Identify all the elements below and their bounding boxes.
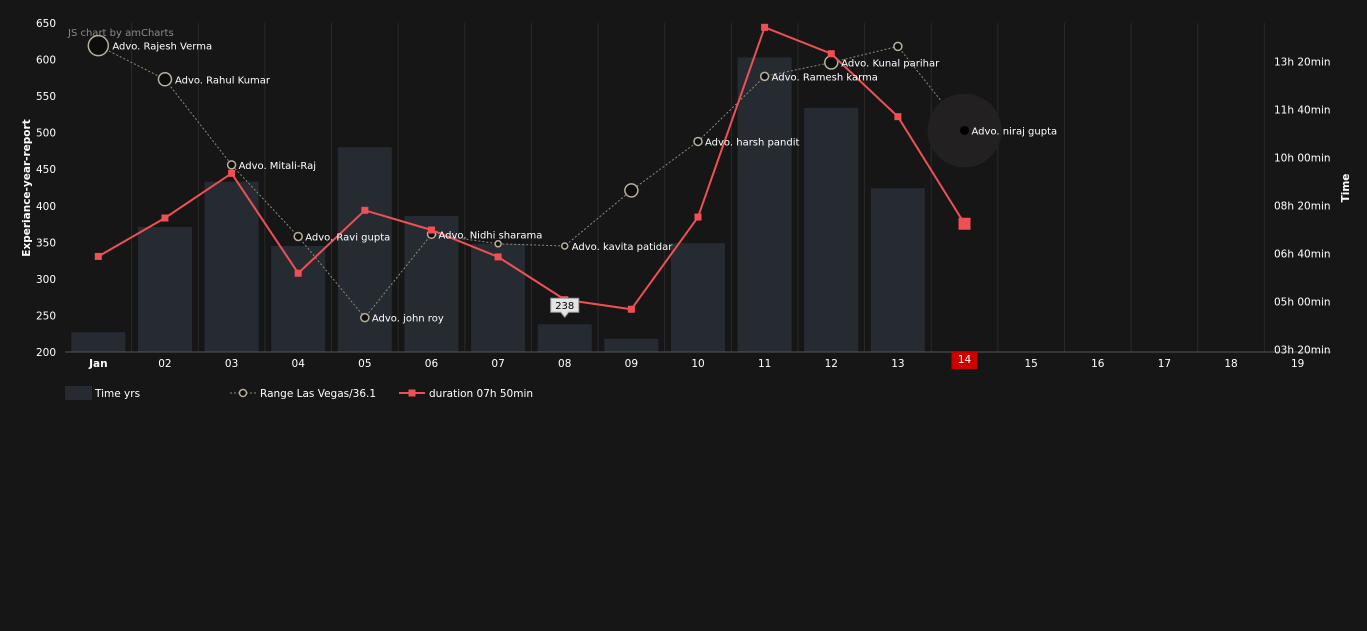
x-tick: 13 bbox=[891, 358, 904, 370]
x-tick: Jan bbox=[88, 358, 107, 370]
range-point[interactable] bbox=[360, 312, 370, 323]
legend-duration-marker bbox=[408, 389, 416, 397]
range-point-label: Advo. kavita patidar bbox=[572, 242, 674, 253]
x-tick: 06 bbox=[425, 358, 439, 370]
y-left-tick: 400 bbox=[36, 201, 56, 213]
range-point-label: Advo. Ravi gupta bbox=[305, 232, 390, 243]
x-tick: 04 bbox=[292, 358, 306, 370]
duration-point[interactable] bbox=[94, 252, 102, 260]
range-point-label: Advo. Rahul Kumar bbox=[175, 75, 271, 86]
y-left-tick: 200 bbox=[36, 347, 56, 359]
range-point[interactable] bbox=[759, 71, 770, 82]
duration-point[interactable] bbox=[361, 206, 369, 214]
y-left-tick: 650 bbox=[36, 18, 56, 30]
bar-series bbox=[71, 57, 925, 353]
x-tick: 07 bbox=[491, 358, 504, 370]
range-point[interactable] bbox=[893, 41, 903, 52]
y-right-tick: 11h 40min bbox=[1274, 104, 1331, 116]
range-point-label: Advo. Ramesh karma bbox=[772, 72, 878, 83]
bar[interactable] bbox=[671, 243, 725, 352]
duration-point[interactable] bbox=[627, 305, 635, 313]
y-right-tick: 05h 00min bbox=[1274, 297, 1331, 309]
bar[interactable] bbox=[804, 107, 859, 352]
range-point-label: Advo. Nidhi sharama bbox=[438, 230, 542, 241]
y-left-tick: 550 bbox=[36, 91, 56, 103]
range-point-label: Advo. john roy bbox=[372, 314, 444, 325]
bar[interactable] bbox=[137, 226, 192, 352]
balloon: 238 bbox=[550, 297, 580, 319]
bar[interactable] bbox=[870, 188, 925, 352]
y-right-tick: 03h 20min bbox=[1274, 345, 1331, 357]
range-point[interactable] bbox=[293, 231, 303, 242]
bar[interactable] bbox=[604, 338, 659, 352]
y-left-tick: 300 bbox=[36, 274, 56, 286]
y-left-tick: 250 bbox=[36, 310, 56, 322]
range-point[interactable] bbox=[226, 160, 237, 170]
balloon-text: 238 bbox=[555, 301, 574, 312]
duration-point[interactable] bbox=[494, 253, 502, 261]
y-right-axis-title: Time bbox=[1340, 174, 1352, 203]
legend-range-label[interactable]: Range Las Vegas/36.1 bbox=[260, 388, 376, 400]
range-point-label: Advo. Mitali-Raj bbox=[239, 161, 317, 172]
x-tick: 16 bbox=[1091, 358, 1105, 370]
y-left-tick: 500 bbox=[36, 128, 56, 140]
x-tick: 03 bbox=[225, 358, 238, 370]
x-tick: 15 bbox=[1024, 358, 1037, 370]
range-point[interactable] bbox=[560, 242, 569, 250]
duration-point[interactable] bbox=[427, 226, 435, 234]
x-tick: 19 bbox=[1291, 358, 1304, 370]
bar[interactable] bbox=[537, 324, 592, 352]
range-point-label: Advo. Kunal parihar bbox=[841, 58, 940, 69]
range-point-label: Advo. niraj gupta bbox=[972, 126, 1058, 137]
y-left-tick: 600 bbox=[36, 55, 56, 67]
range-point[interactable] bbox=[693, 136, 703, 147]
duration-point[interactable] bbox=[958, 217, 971, 230]
x-tick: 14 bbox=[958, 354, 972, 366]
x-tick: 12 bbox=[825, 358, 838, 370]
x-tick: 09 bbox=[625, 358, 638, 370]
duration-point[interactable] bbox=[827, 50, 835, 58]
range-point[interactable] bbox=[87, 34, 110, 57]
x-tick: 18 bbox=[1224, 358, 1237, 370]
y-right-tick: 13h 20min bbox=[1274, 56, 1331, 68]
range-point[interactable] bbox=[624, 183, 639, 198]
y-left-axis-title: Experiance-year-report bbox=[21, 119, 33, 256]
duration-point[interactable] bbox=[694, 213, 702, 221]
y-left-tick: 450 bbox=[36, 164, 56, 176]
legend-duration-label[interactable]: duration 07h 50min bbox=[429, 388, 533, 400]
bar[interactable] bbox=[271, 245, 326, 352]
duration-point[interactable] bbox=[161, 214, 169, 222]
range-point-label: Advo. harsh pandit bbox=[705, 137, 799, 148]
duration-point[interactable] bbox=[894, 113, 902, 121]
chart: JS chart by amCharts 200 250 300 350 400 450 5… bbox=[21, 18, 1352, 400]
legend: Time yrs Range Las Vegas/36.1 duration 07h… bbox=[65, 386, 533, 400]
range-point[interactable] bbox=[494, 240, 502, 248]
x-tick: 11 bbox=[758, 358, 771, 370]
x-tick: 08 bbox=[558, 358, 571, 370]
bar[interactable] bbox=[204, 181, 259, 352]
duration-point[interactable] bbox=[228, 169, 236, 177]
y-left-tick: 350 bbox=[36, 237, 56, 249]
y-right-tick: 06h 40min bbox=[1274, 249, 1331, 261]
y-right-tick: 08h 20min bbox=[1274, 201, 1331, 213]
x-tick: 17 bbox=[1158, 358, 1171, 370]
x-tick: 05 bbox=[358, 358, 371, 370]
range-point[interactable] bbox=[157, 72, 173, 87]
duration-point[interactable] bbox=[294, 269, 302, 277]
y-right-tick: 10h 00min bbox=[1274, 152, 1331, 164]
legend-range-marker bbox=[238, 388, 248, 398]
bar[interactable] bbox=[71, 332, 126, 352]
range-point[interactable] bbox=[960, 125, 970, 135]
x-tick: 02 bbox=[158, 358, 171, 370]
legend-bar-swatch[interactable] bbox=[65, 386, 92, 400]
duration-point[interactable] bbox=[761, 23, 769, 31]
range-point-label: Advo. Rajesh Verma bbox=[112, 42, 212, 53]
bar[interactable] bbox=[737, 57, 792, 353]
legend-bar-label[interactable]: Time yrs bbox=[94, 388, 140, 400]
x-tick: 10 bbox=[691, 358, 704, 370]
chart-credit[interactable]: JS chart by amCharts bbox=[67, 28, 174, 39]
